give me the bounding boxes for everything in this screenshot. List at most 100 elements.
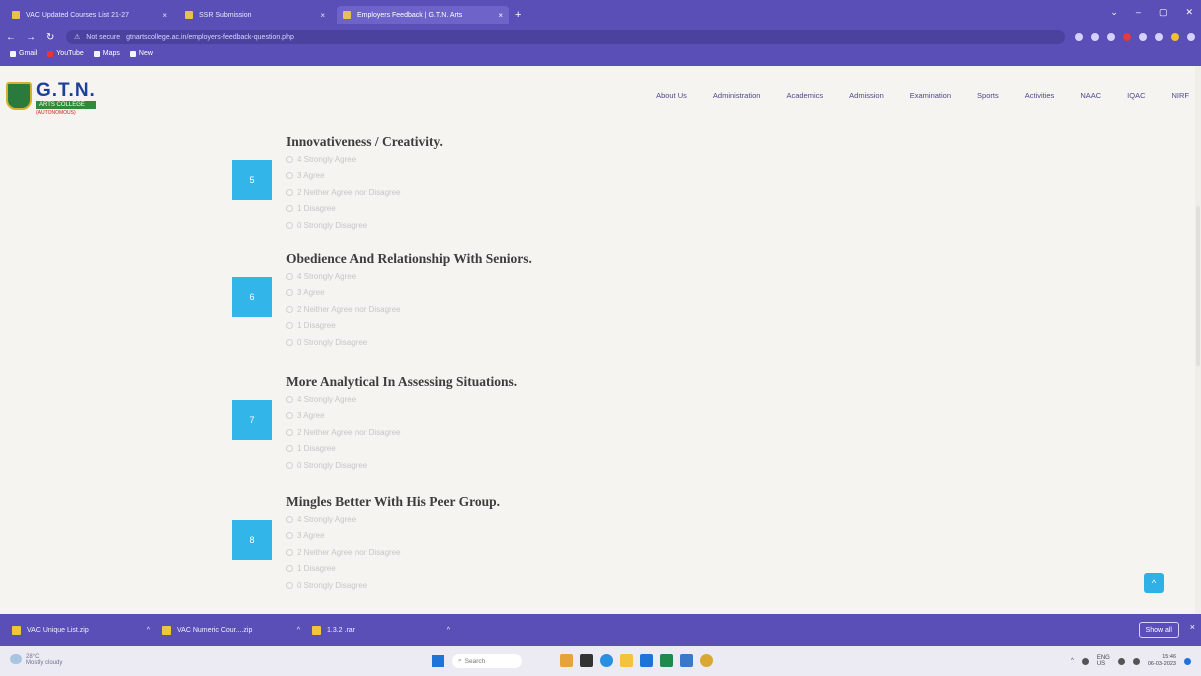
bookmark-new[interactable]: New: [129, 50, 153, 57]
app-icon[interactable]: [680, 654, 693, 667]
nav-administration[interactable]: Administration: [713, 91, 761, 100]
answer-option[interactable]: 0 Strongly Disagree: [286, 217, 401, 234]
answer-option[interactable]: 4 Strongly Agree: [286, 151, 401, 168]
close-download-bar-icon[interactable]: ×: [1190, 622, 1195, 632]
close-tab-icon[interactable]: ×: [320, 11, 325, 20]
answer-option[interactable]: 4 Strongly Agree: [286, 391, 401, 408]
answer-option[interactable]: 2 Neither Agree nor Disagree: [286, 184, 401, 201]
answer-option[interactable]: 0 Strongly Disagree: [286, 457, 401, 474]
radio-icon[interactable]: [286, 289, 293, 297]
answer-option[interactable]: 0 Strongly Disagree: [286, 577, 401, 594]
menu-icon[interactable]: [1187, 33, 1195, 41]
answer-option[interactable]: 3 Agree: [286, 528, 401, 545]
answer-option[interactable]: 4 Strongly Agree: [286, 511, 401, 528]
scrollbar[interactable]: [1195, 66, 1201, 614]
windows-start-icon[interactable]: [432, 655, 444, 667]
radio-icon[interactable]: [286, 515, 293, 523]
radio-icon[interactable]: [286, 565, 293, 573]
browser-tab[interactable]: VAC Updated Courses List 21-27 ×: [6, 6, 173, 24]
radio-icon[interactable]: [286, 172, 293, 180]
nav-about-us[interactable]: About Us: [656, 91, 687, 100]
download-item[interactable]: VAC Unique List.zip ^: [12, 625, 150, 635]
radio-icon[interactable]: [286, 581, 293, 589]
nav-academics[interactable]: Academics: [786, 91, 823, 100]
radio-icon[interactable]: [286, 412, 293, 420]
answer-option[interactable]: 1 Disagree: [286, 318, 401, 335]
clock[interactable]: 15:46 06-03-2023: [1148, 654, 1176, 668]
notification-icon[interactable]: [1184, 657, 1191, 665]
radio-icon[interactable]: [286, 445, 293, 453]
back-arrow-icon[interactable]: ←: [6, 32, 16, 43]
close-window-icon[interactable]: ✕: [1185, 7, 1193, 18]
volume-icon[interactable]: [1132, 657, 1140, 665]
nav-sports[interactable]: Sports: [977, 91, 999, 100]
scrollbar-thumb[interactable]: [1196, 206, 1200, 366]
radio-icon[interactable]: [286, 322, 293, 330]
app-icon[interactable]: [560, 654, 573, 667]
network-icon[interactable]: [1081, 657, 1089, 665]
radio-icon[interactable]: [286, 461, 293, 469]
close-tab-icon[interactable]: ×: [162, 11, 167, 20]
download-item[interactable]: VAC Numeric Cour....zip ^: [162, 625, 300, 635]
radio-icon[interactable]: [286, 188, 293, 196]
radio-icon[interactable]: [286, 428, 293, 436]
answer-option[interactable]: 1 Disagree: [286, 561, 401, 578]
profile-icon[interactable]: [1075, 33, 1083, 41]
weather-widget[interactable]: 28°C Mostly cloudy: [10, 654, 62, 666]
sidebar-icon[interactable]: [1155, 33, 1163, 41]
radio-icon[interactable]: [286, 272, 293, 280]
chevron-up-icon[interactable]: ^: [447, 627, 450, 634]
nav-iqac[interactable]: IQAC: [1127, 91, 1145, 100]
avatar[interactable]: [1171, 33, 1179, 41]
chrome-icon[interactable]: [700, 654, 713, 667]
star-icon[interactable]: [1107, 33, 1115, 41]
reload-icon[interactable]: ↻: [46, 32, 56, 43]
bookmark-maps[interactable]: Maps: [93, 50, 120, 57]
maximize-icon[interactable]: ▢: [1159, 7, 1168, 18]
college-logo[interactable]: G.T.N. ARTS COLLEGE (AUTONOMOUS): [6, 81, 96, 116]
nav-nirf[interactable]: NIRF: [1172, 91, 1190, 100]
nav-admission[interactable]: Admission: [849, 91, 884, 100]
taskbar-search[interactable]: ⌕ Search: [452, 654, 522, 668]
nav-examination[interactable]: Examination: [910, 91, 951, 100]
radio-icon[interactable]: [286, 532, 293, 540]
answer-option[interactable]: 4 Strongly Agree: [286, 268, 401, 285]
answer-option[interactable]: 1 Disagree: [286, 201, 401, 218]
bookmark-gmail[interactable]: Gmail: [10, 50, 37, 57]
browser-tab-active[interactable]: Employers Feedback | G.T.N. Arts ×: [337, 6, 509, 24]
extension-icon[interactable]: [1123, 33, 1131, 41]
excel-icon[interactable]: [660, 654, 673, 667]
download-item[interactable]: 1.3.2 .rar ^: [312, 625, 450, 635]
nav-naac[interactable]: NAAC: [1080, 91, 1101, 100]
answer-option[interactable]: 1 Disagree: [286, 441, 401, 458]
back-to-top-button[interactable]: ^: [1144, 573, 1164, 593]
radio-icon[interactable]: [286, 338, 293, 346]
answer-option[interactable]: 2 Neither Agree nor Disagree: [286, 301, 401, 318]
language-indicator[interactable]: ENG US: [1097, 655, 1110, 667]
app-icon[interactable]: [580, 654, 593, 667]
minimize-icon[interactable]: –: [1136, 7, 1141, 18]
radio-icon[interactable]: [286, 395, 293, 403]
radio-icon[interactable]: [286, 221, 293, 229]
radio-icon[interactable]: [286, 305, 293, 313]
answer-option[interactable]: 3 Agree: [286, 408, 401, 425]
answer-option[interactable]: 0 Strongly Disagree: [286, 334, 401, 351]
wifi-icon[interactable]: [1117, 657, 1125, 665]
radio-icon[interactable]: [286, 548, 293, 556]
radio-icon[interactable]: [286, 155, 293, 163]
answer-option[interactable]: 2 Neither Agree nor Disagree: [286, 544, 401, 561]
chevron-up-icon[interactable]: ^: [297, 627, 300, 634]
answer-option[interactable]: 3 Agree: [286, 285, 401, 302]
answer-option[interactable]: 3 Agree: [286, 168, 401, 185]
new-tab-button[interactable]: +: [515, 6, 521, 26]
browser-tab[interactable]: SSR Submission ×: [179, 6, 331, 24]
chevron-up-icon[interactable]: ^: [147, 627, 150, 634]
radio-icon[interactable]: [286, 205, 293, 213]
bookmark-youtube[interactable]: YouTube: [47, 50, 84, 57]
forward-arrow-icon[interactable]: →: [26, 32, 36, 43]
folder-icon[interactable]: [620, 654, 633, 667]
show-all-button[interactable]: Show all: [1138, 622, 1179, 638]
app-icon[interactable]: [640, 654, 653, 667]
close-tab-icon[interactable]: ×: [498, 11, 503, 20]
address-bar[interactable]: ⚠ Not secure gtnartscollege.ac.in/employ…: [66, 30, 1065, 44]
